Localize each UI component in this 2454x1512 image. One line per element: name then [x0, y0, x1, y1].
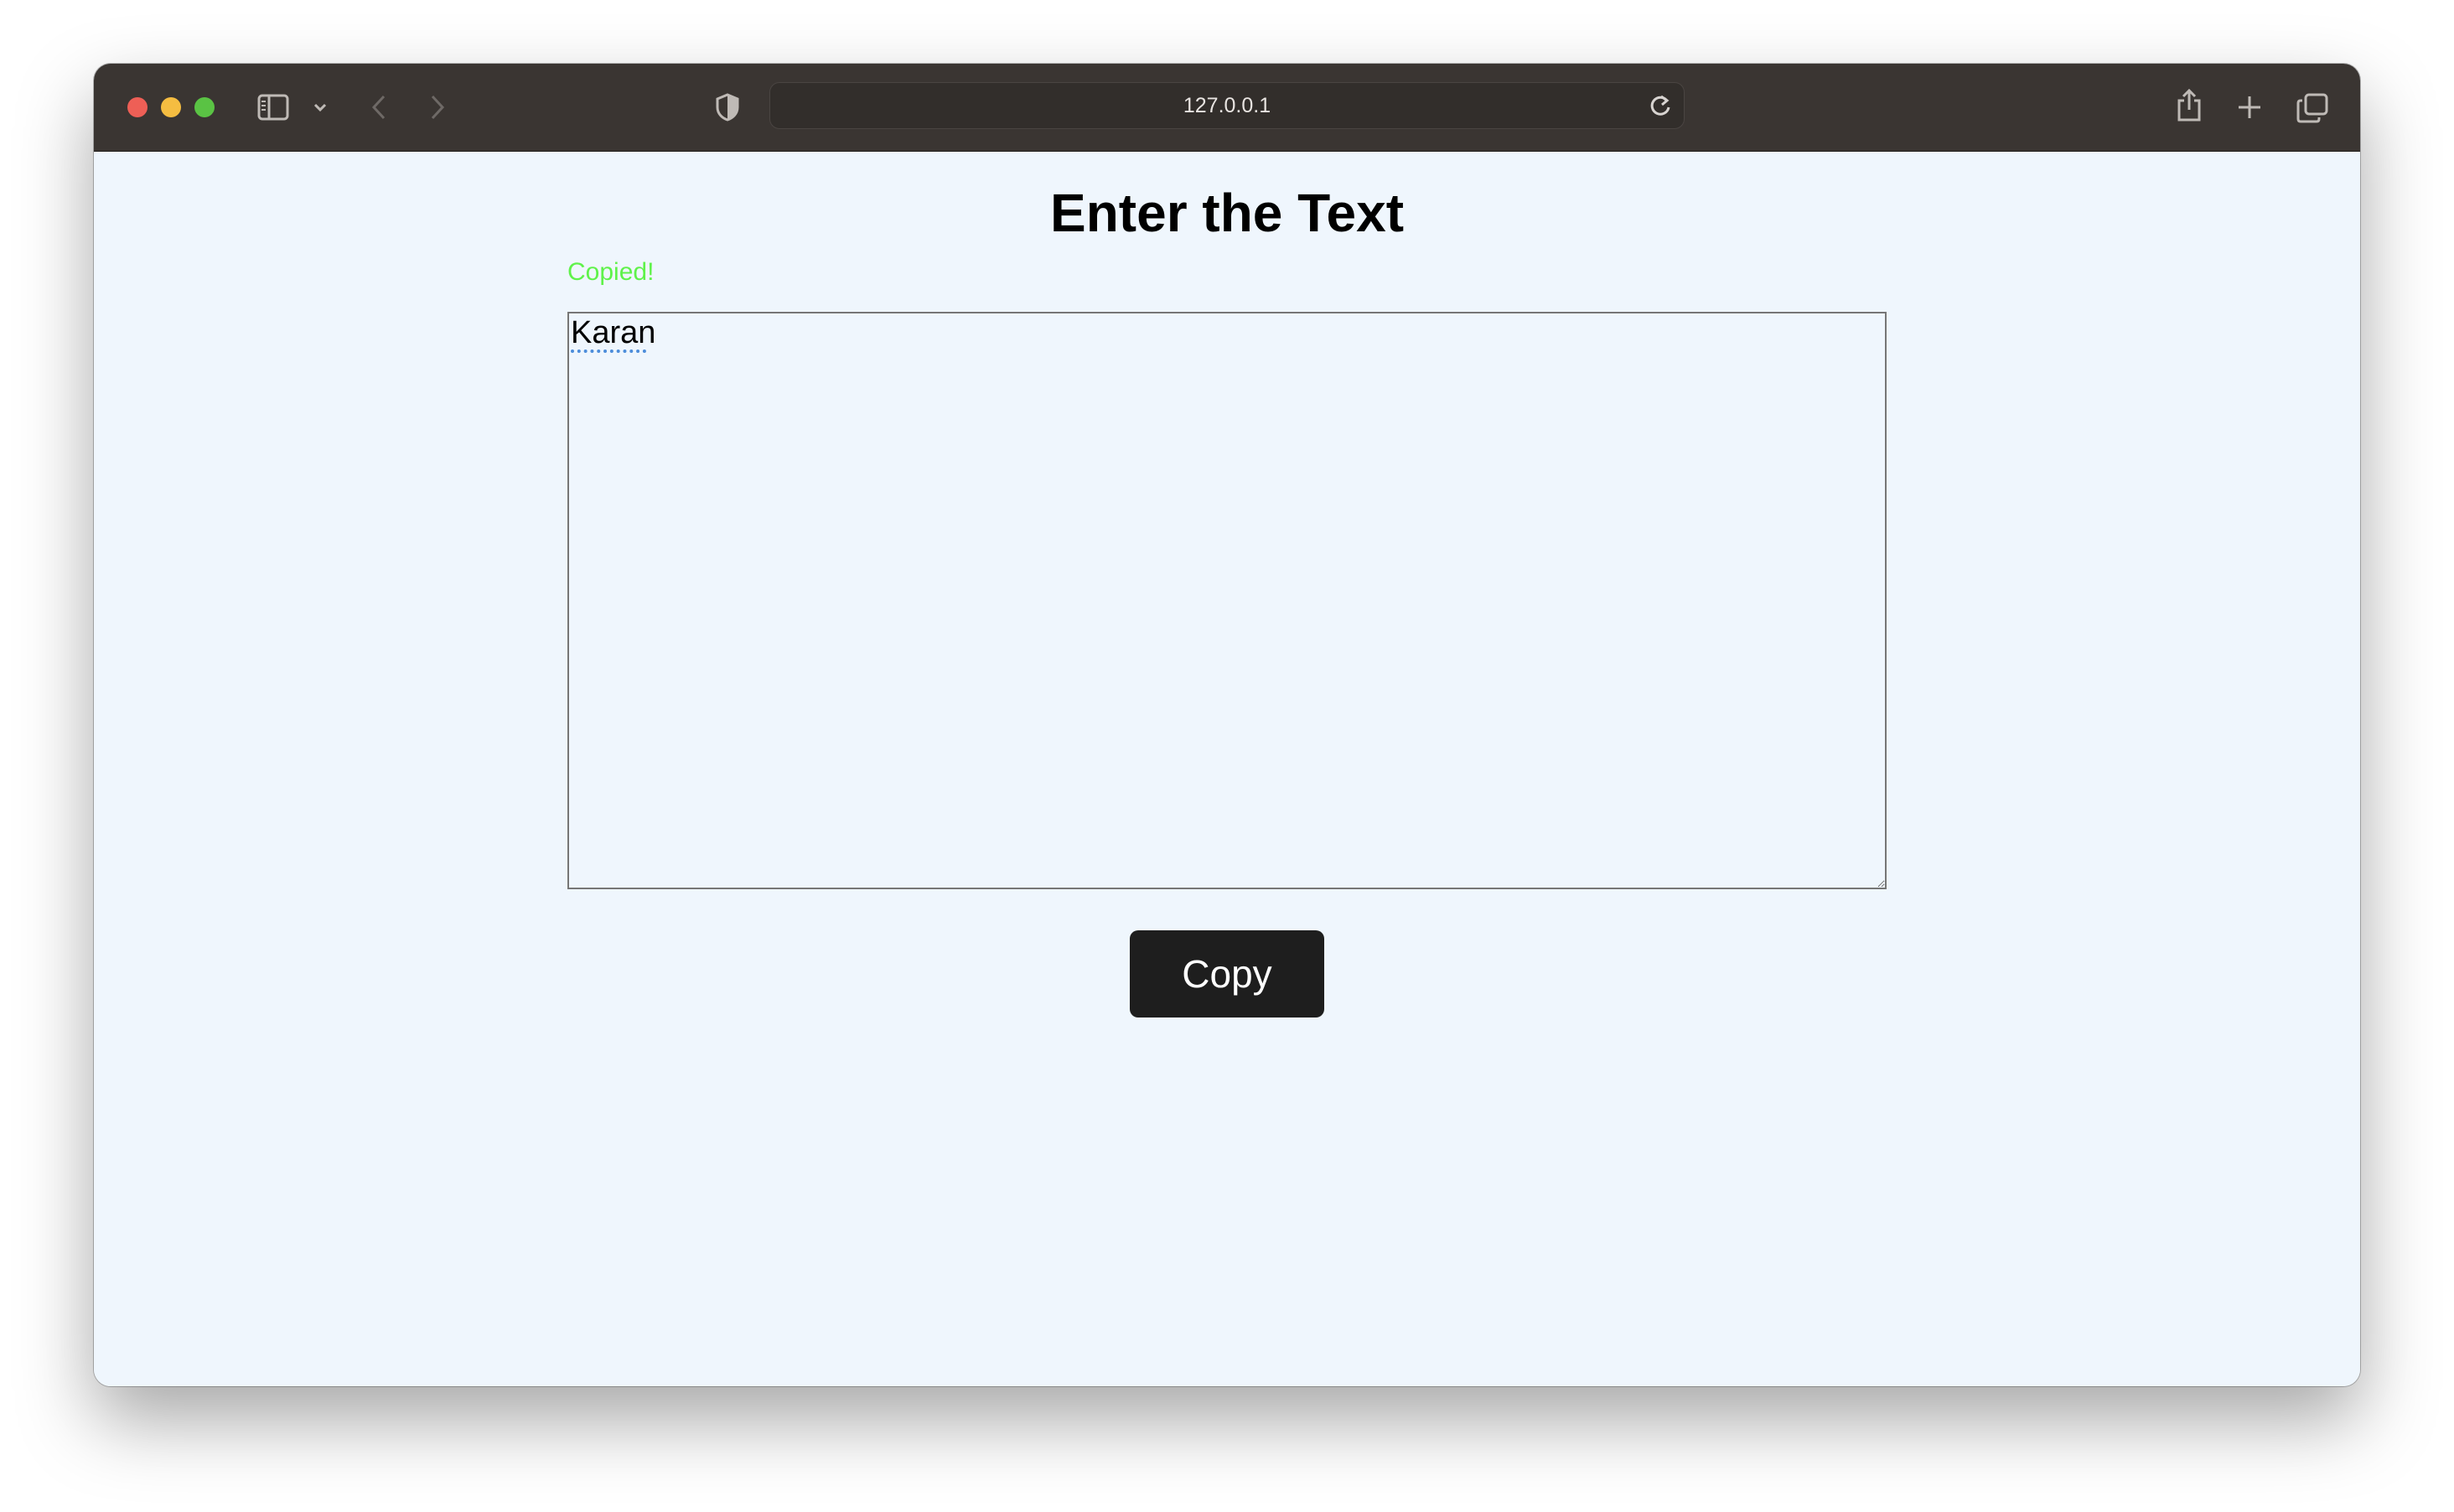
share-icon[interactable]: [2172, 87, 2206, 124]
page-title: Enter the Text: [1050, 183, 1404, 243]
close-window-button[interactable]: [127, 97, 148, 117]
spellcheck-underline: [571, 346, 646, 353]
address-bar[interactable]: 127.0.0.1: [769, 82, 1685, 129]
tab-overview-icon[interactable]: [2295, 91, 2330, 126]
chevron-left-icon[interactable]: [362, 91, 396, 124]
reload-icon[interactable]: [1649, 93, 1672, 122]
sidebar-icon[interactable]: [256, 91, 290, 124]
chevron-down-icon[interactable]: [310, 97, 330, 117]
chevron-right-icon[interactable]: [421, 91, 454, 124]
minimize-window-button[interactable]: [161, 97, 181, 117]
browser-window: 127.0.0.1 Enter the Text Copied! Karan C…: [94, 64, 2360, 1386]
shield-icon[interactable]: [711, 91, 744, 124]
page-content: Enter the Text Copied! Karan Copy: [94, 152, 2360, 1386]
copy-button[interactable]: Copy: [1130, 930, 1324, 1017]
url-text: 127.0.0.1: [1183, 93, 1271, 117]
browser-toolbar: 127.0.0.1: [94, 64, 2360, 152]
text-input-area[interactable]: Karan: [567, 312, 1887, 889]
maximize-window-button[interactable]: [194, 97, 215, 117]
copy-status-message: Copied!: [567, 258, 655, 286]
plus-icon[interactable]: [2233, 91, 2266, 124]
